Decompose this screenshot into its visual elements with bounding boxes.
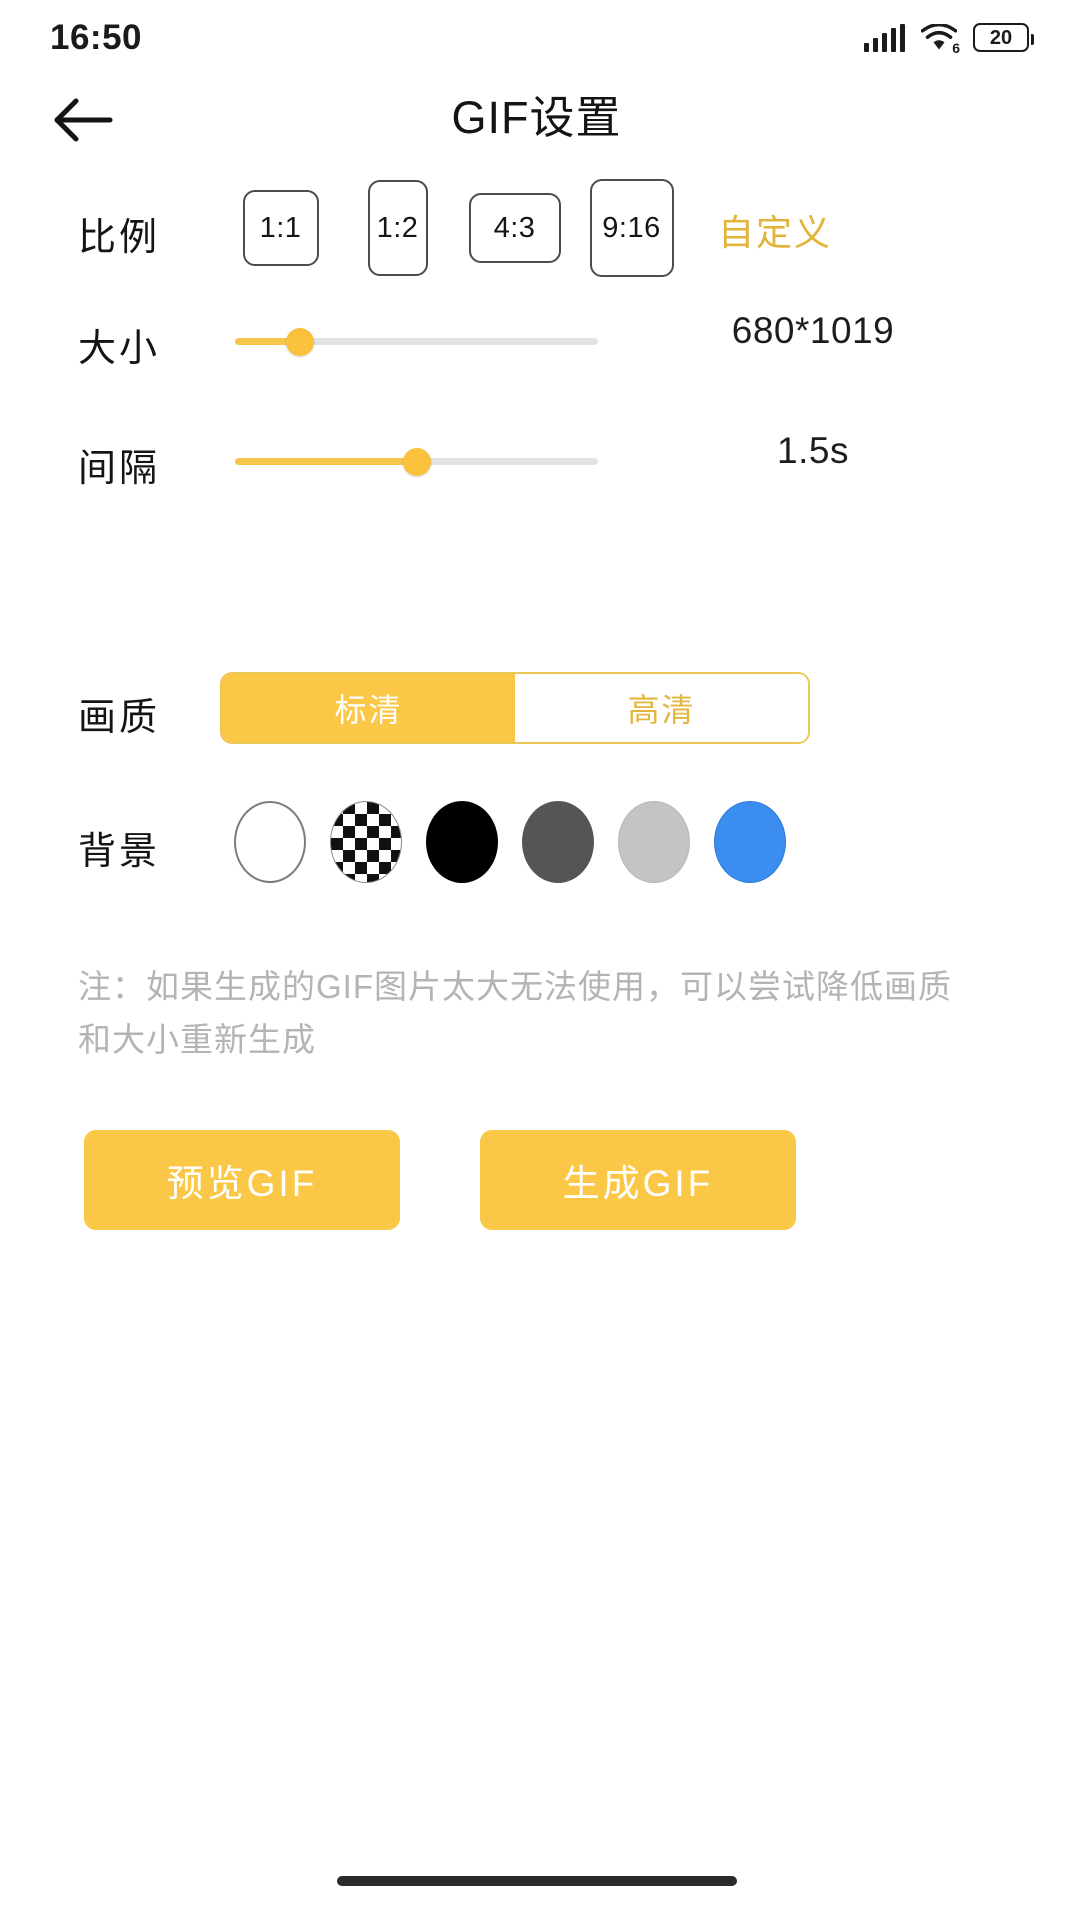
checkerboard-icon <box>330 801 402 883</box>
home-indicator[interactable] <box>336 1876 737 1886</box>
background-label: 背景 <box>78 831 161 873</box>
interval-slider[interactable] <box>235 448 598 476</box>
size-row: 大小 680*1019 <box>0 310 1073 372</box>
ratio-option-9-16[interactable]: 9:16 <box>573 178 690 278</box>
swatch-chip <box>618 801 690 883</box>
custom-ratio-button[interactable]: 自定义 <box>718 204 832 256</box>
swatch-chip <box>714 801 786 883</box>
background-swatch-transparent[interactable] <box>318 790 414 894</box>
ratio-option-4-3[interactable]: 4:3 <box>456 178 573 278</box>
ratio-row: 比例 1:1 1:2 4:3 9:16 自定义 <box>0 178 1073 278</box>
background-row: 背景 <box>0 790 1073 894</box>
interval-slider-thumb[interactable] <box>402 448 431 476</box>
status-bar-indicators: 6 20 <box>863 22 1034 56</box>
ratio-box: 9:16 <box>589 179 674 277</box>
ratio-option-1-2[interactable]: 1:2 <box>339 178 456 278</box>
note-text: 注：如果生成的GIF图片太大无法使用，可以尝试降低画质和大小重新生成 <box>78 968 952 1058</box>
preview-gif-button[interactable]: 预览GIF <box>84 1130 400 1230</box>
quality-option-standard[interactable]: 标清 <box>222 674 515 742</box>
page-title: GIF设置 <box>451 92 622 143</box>
swatch-chip <box>234 801 306 883</box>
quality-label: 画质 <box>78 697 161 739</box>
size-value: 680*1019 <box>731 310 895 351</box>
swatch-chip <box>522 801 594 883</box>
background-swatch-blue[interactable] <box>702 790 798 894</box>
swatch-chip <box>426 801 498 883</box>
gif-settings-screen: 16:50 6 20 GIF设置 比例 1:1 1:2 4:3 9:16 自定义… <box>0 0 1073 1913</box>
background-swatch-black[interactable] <box>414 790 510 894</box>
interval-slider-fill <box>235 458 417 465</box>
quality-row: 画质 标清 高清 <box>0 672 1073 744</box>
interval-row: 间隔 1.5s <box>0 430 1073 492</box>
battery-level-label: 20 <box>989 26 1013 49</box>
ratio-box: 4:3 <box>468 193 561 263</box>
ratio-box: 1:1 <box>242 190 319 266</box>
size-slider[interactable] <box>235 328 598 356</box>
status-bar: 16:50 6 20 <box>0 0 1073 75</box>
quality-option-hd[interactable]: 高清 <box>515 674 808 742</box>
ratio-option-label: 9:16 <box>602 211 661 244</box>
ratio-option-1-1[interactable]: 1:1 <box>222 178 339 278</box>
background-swatches <box>222 790 798 894</box>
wifi-icon: 6 <box>920 22 960 56</box>
interval-label: 间隔 <box>78 448 161 490</box>
ratio-option-label: 4:3 <box>493 211 536 244</box>
interval-value: 1.5s <box>777 430 849 471</box>
cellular-signal-icon <box>863 24 905 52</box>
battery-icon: 20 <box>973 23 1034 52</box>
ratio-options: 1:1 1:2 4:3 9:16 <box>222 178 690 278</box>
size-slider-thumb[interactable] <box>286 328 315 356</box>
background-swatch-light-gray[interactable] <box>606 790 702 894</box>
background-swatch-white[interactable] <box>222 790 318 894</box>
background-swatch-dark-gray[interactable] <box>510 790 606 894</box>
action-buttons: 预览GIF 生成GIF <box>0 1130 1073 1236</box>
generate-gif-button[interactable]: 生成GIF <box>480 1130 796 1230</box>
ratio-label: 比例 <box>78 217 161 259</box>
wifi-generation-label: 6 <box>952 40 960 56</box>
size-label: 大小 <box>78 328 161 370</box>
ratio-option-label: 1:1 <box>259 211 302 244</box>
status-bar-clock: 16:50 <box>50 17 143 57</box>
nav-bar: GIF设置 <box>0 75 1073 170</box>
ratio-box: 1:2 <box>367 180 428 276</box>
quality-segmented-control: 标清 高清 <box>220 672 810 744</box>
ratio-option-label: 1:2 <box>376 211 419 244</box>
